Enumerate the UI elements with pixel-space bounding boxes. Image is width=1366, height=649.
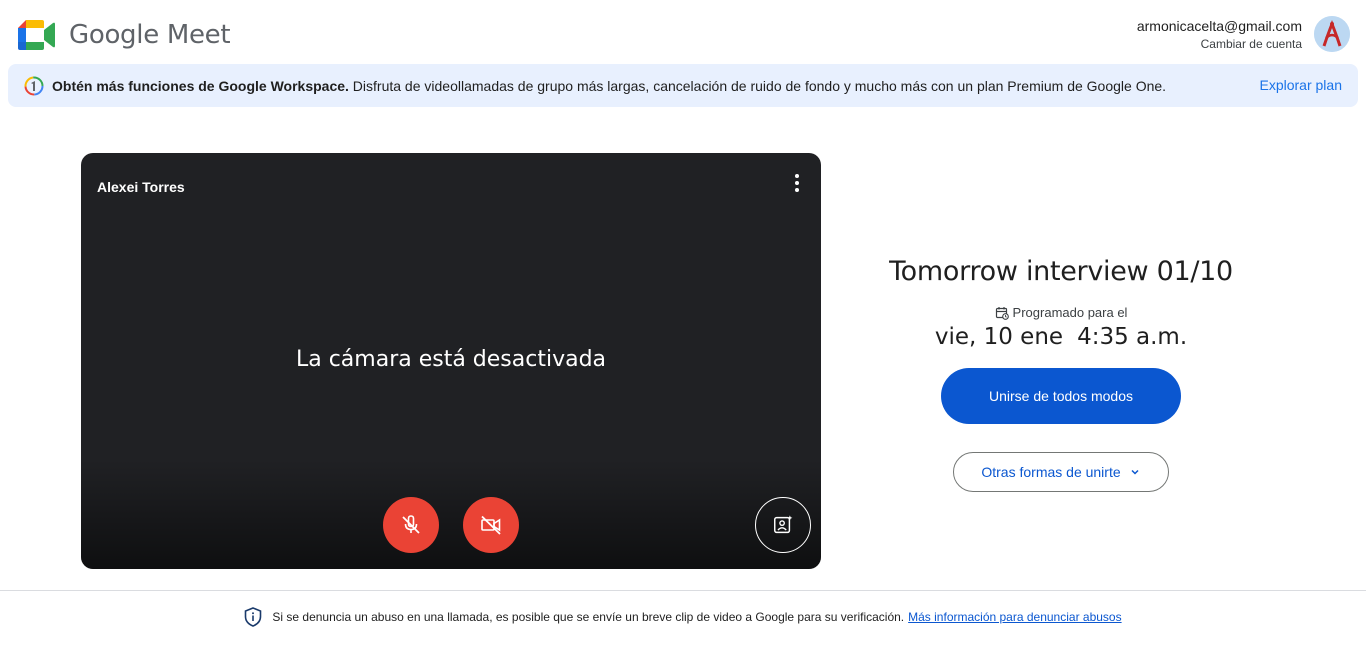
- avatar-image-icon: [1314, 16, 1350, 52]
- scheduled-label: Programado para el: [1012, 305, 1128, 320]
- join-anyway-button[interactable]: Unirse de todos modos: [941, 368, 1181, 424]
- calendar-clock-icon: [995, 306, 1009, 320]
- video-preview: Alexei Torres La cámara está desactivada: [81, 153, 821, 569]
- app-name: Google Meet: [69, 20, 231, 50]
- videocam-off-icon: [481, 515, 501, 535]
- upgrade-banner: Obtén más funciones de Google Workspace.…: [8, 64, 1358, 107]
- more-options-button[interactable]: [785, 171, 809, 195]
- preview-gradient: [81, 459, 821, 569]
- footer-divider: [0, 590, 1366, 591]
- toggle-camera-button[interactable]: [463, 497, 519, 553]
- other-ways-to-join-button[interactable]: Otras formas de unirte: [953, 452, 1169, 492]
- avatar[interactable]: [1314, 16, 1350, 52]
- other-ways-label: Otras formas de unirte: [981, 464, 1121, 480]
- visual-effects-button[interactable]: [755, 497, 811, 553]
- shield-info-icon: [245, 607, 262, 627]
- google-one-icon: [24, 76, 44, 95]
- abuse-notice: Si se denuncia un abuso en una llamada, …: [0, 607, 1366, 627]
- meeting-time: 4:35 a.m.: [1077, 324, 1188, 350]
- chevron-down-icon: [1131, 469, 1139, 475]
- meeting-title: Tomorrow interview 01/10: [889, 256, 1233, 287]
- meet-logo-icon: [18, 20, 55, 50]
- meeting-datetime: vie, 10 ene 4:35 a.m.: [861, 324, 1261, 350]
- join-panel: Tomorrow interview 01/10 Programado para…: [861, 250, 1261, 492]
- banner-message: Obtén más funciones de Google Workspace.…: [52, 78, 1166, 94]
- header: Google Meet armonicacelta@gmail.com Camb…: [0, 0, 1366, 64]
- report-abuse-link[interactable]: Más información para denunciar abusos: [908, 610, 1121, 624]
- account-info: armonicacelta@gmail.com Cambiar de cuent…: [1137, 18, 1302, 52]
- mic-off-icon: [402, 515, 420, 534]
- explore-plan-link[interactable]: Explorar plan: [1260, 77, 1343, 93]
- meeting-date: vie, 10 ene: [934, 324, 1064, 350]
- scheduled-info: Programado para el: [861, 305, 1261, 320]
- abuse-notice-text: Si se denuncia un abuso en una llamada, …: [272, 610, 905, 624]
- banner-description: Disfruta de videollamadas de grupo más l…: [348, 77, 1167, 94]
- toggle-microphone-button[interactable]: [383, 497, 439, 553]
- google-meet-logo[interactable]: Google Meet: [18, 20, 231, 50]
- switch-account-link[interactable]: Cambiar de cuenta: [1137, 36, 1302, 52]
- more-vert-icon: [795, 174, 799, 192]
- visual-effects-icon: [774, 515, 793, 534]
- participant-name: Alexei Torres: [97, 179, 185, 195]
- camera-off-message: La cámara está desactivada: [295, 347, 607, 372]
- account-email: armonicacelta@gmail.com: [1136, 18, 1302, 34]
- banner-headline: Obtén más funciones de Google Workspace.: [52, 77, 349, 94]
